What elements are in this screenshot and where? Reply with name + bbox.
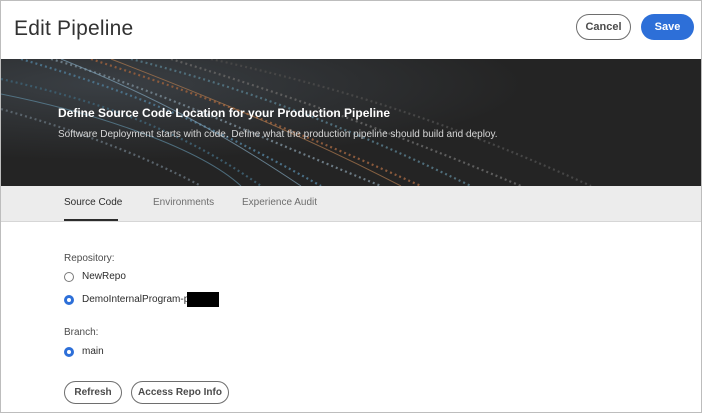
tab-experience-audit[interactable]: Experience Audit bbox=[242, 197, 317, 208]
hero-banner: Define Source Code Location for your Pro… bbox=[1, 59, 701, 186]
radio-label-branch-main[interactable]: main bbox=[82, 346, 104, 357]
radio-newrepo[interactable] bbox=[64, 272, 74, 282]
radio-demo-internal-program[interactable] bbox=[64, 295, 74, 305]
page-title: Edit Pipeline bbox=[14, 17, 134, 40]
access-repo-info-button[interactable]: Access Repo Info bbox=[131, 381, 229, 404]
edit-pipeline-window: Edit Pipeline Cancel Save Define Source … bbox=[0, 0, 702, 413]
hero-background-art bbox=[1, 59, 701, 186]
radio-branch-main[interactable] bbox=[64, 347, 74, 357]
page-header: Edit Pipeline Cancel Save bbox=[1, 1, 701, 59]
hero-subtitle: Software Deployment starts with code. De… bbox=[58, 129, 498, 140]
tab-source-code[interactable]: Source Code bbox=[64, 197, 122, 208]
radio-label-demo-internal-program[interactable]: DemoInternalProgram-p bbox=[82, 294, 189, 305]
tab-environments[interactable]: Environments bbox=[153, 197, 214, 208]
redacted-text bbox=[187, 292, 219, 307]
repository-label: Repository: bbox=[64, 253, 115, 264]
tab-bar: Source Code Environments Experience Audi… bbox=[1, 186, 701, 222]
refresh-button[interactable]: Refresh bbox=[64, 381, 122, 404]
hero-title: Define Source Code Location for your Pro… bbox=[58, 106, 391, 120]
cancel-button[interactable]: Cancel bbox=[576, 14, 631, 40]
radio-label-newrepo[interactable]: NewRepo bbox=[82, 271, 126, 282]
branch-label: Branch: bbox=[64, 327, 99, 338]
save-button[interactable]: Save bbox=[641, 14, 694, 40]
active-tab-indicator bbox=[64, 219, 118, 221]
